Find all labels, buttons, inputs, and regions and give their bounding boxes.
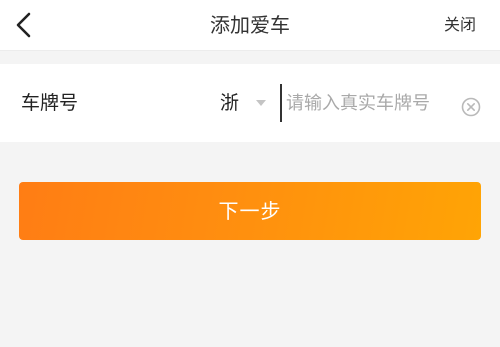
clear-circle-icon [461,97,481,117]
plate-number-row: 车牌号 浙 [0,64,500,142]
plate-number-input[interactable] [280,84,462,122]
caret-down-icon [256,100,266,106]
province-value: 浙 [220,92,240,114]
close-button[interactable]: 关闭 [444,0,476,50]
navigation-header: 添加爱车 关闭 [0,0,500,51]
page-title: 添加爱车 [210,13,290,37]
province-selector[interactable]: 浙 [218,64,273,142]
clear-input-button[interactable] [461,97,481,117]
plate-number-label: 车牌号 [21,92,79,114]
next-step-button[interactable]: 下一步 [19,182,481,240]
